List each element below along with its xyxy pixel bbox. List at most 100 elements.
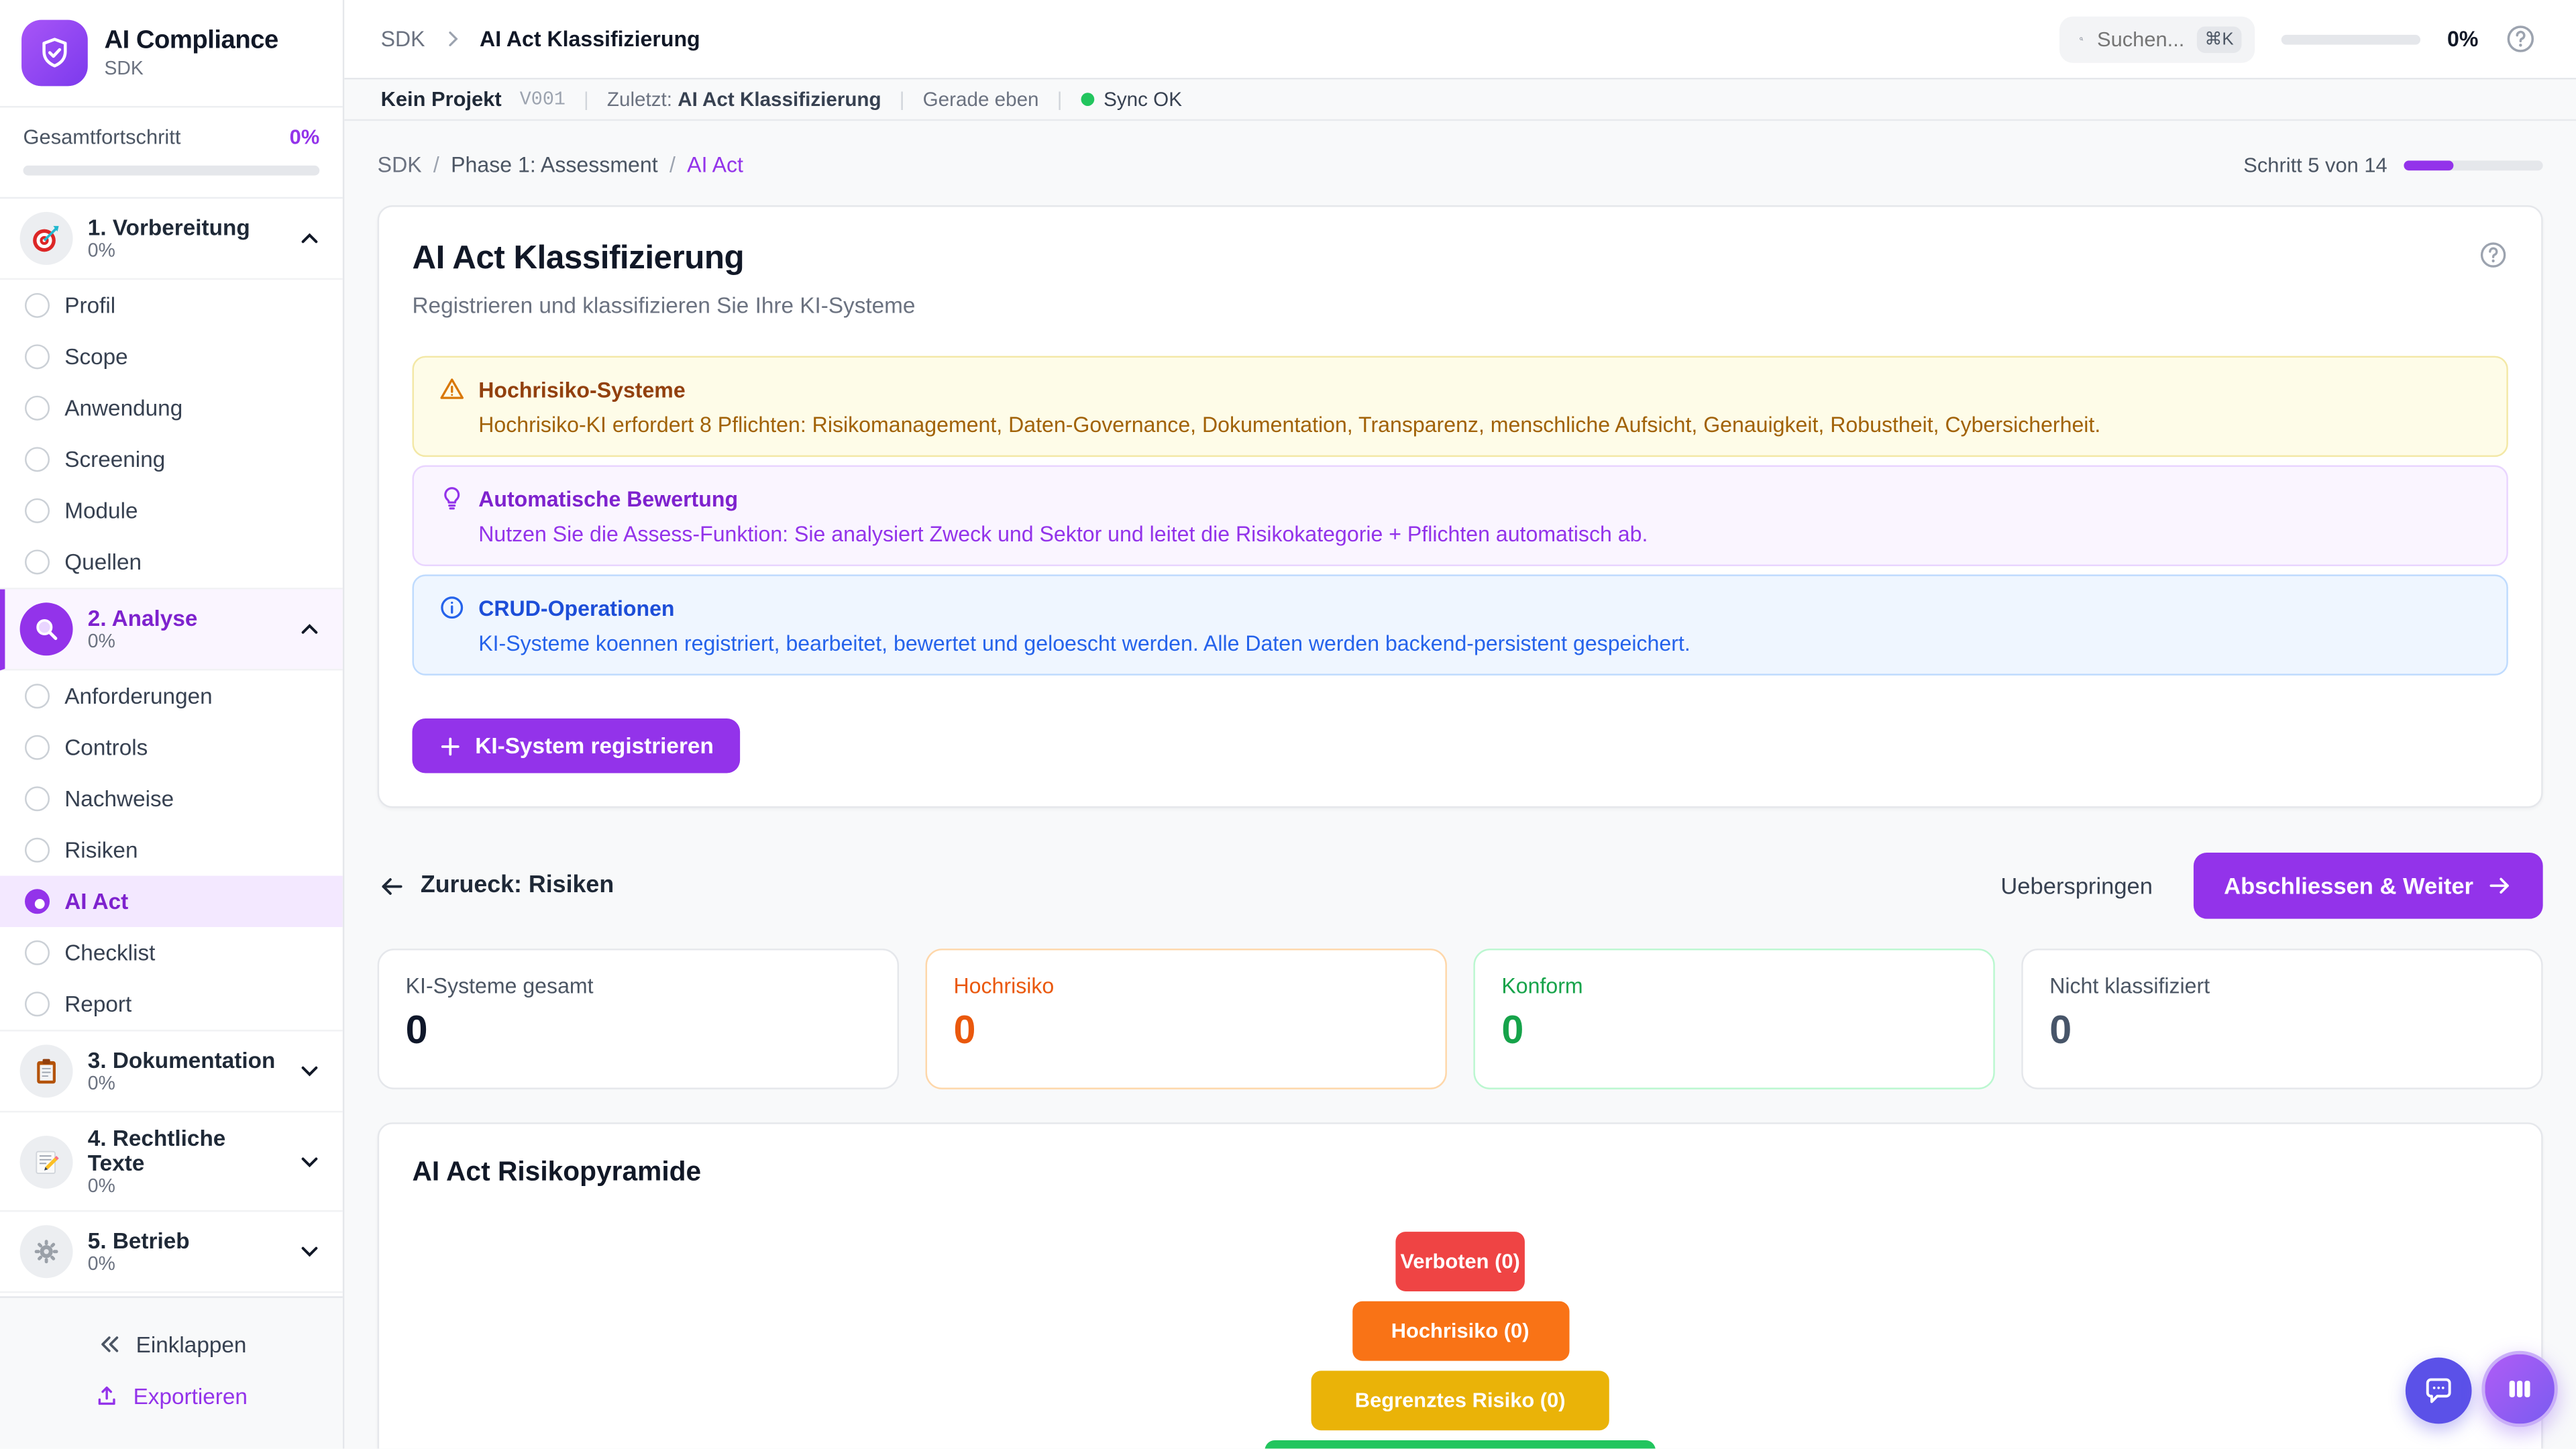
finish-next-button[interactable]: Abschliessen & Weiter [2194,853,2543,919]
chevron-right-icon [441,28,463,50]
section-title: 1. Vorbereitung [88,215,282,240]
pyramid-level-hochrisiko: Hochrisiko (0) [1352,1301,1568,1361]
alert-title: Automatische Bewertung [478,486,738,511]
sidebar-item-label: Anwendung [64,396,182,421]
alert-crud-operationen: CRUD-Operationen KI-Systeme koennen regi… [412,574,2508,676]
arrow-right-icon [2487,873,2513,899]
radio-icon [25,549,50,574]
divider: | [900,88,905,111]
crumb-separator: / [669,152,676,177]
page-subtitle: Registrieren und klassifizieren Sie Ihre… [412,293,2508,318]
sidebar-item-scope[interactable]: Scope [0,331,343,383]
radio-icon [25,498,50,523]
topbar: SDK AI Act Klassifizierung ⌘K 0% [344,0,2576,79]
chat-button[interactable] [2406,1358,2472,1424]
magnifier-icon [20,602,73,655]
target-icon [20,212,73,265]
stat-label: Nicht klassifiziert [2049,973,2514,998]
sidebar-item-label: Scope [64,344,127,369]
gear-icon [20,1225,73,1278]
sidebar-item-anwendung[interactable]: Anwendung [0,382,343,434]
memo-icon [20,1135,73,1188]
radio-icon [25,786,50,811]
chevron-down-icon [297,1148,323,1174]
sidebar-item-nachweise[interactable]: Nachweise [0,773,343,824]
version-badge: V001 [520,89,566,110]
register-ki-system-button[interactable]: KI-System registrieren [412,718,740,773]
panels-button[interactable] [2481,1351,2558,1428]
stat-card-konform: Konform 0 [1473,949,1994,1089]
overall-progress: Gesamtfortschritt 0% [0,106,343,199]
sidebar-section-betrieb[interactable]: 5. Betrieb 0% [0,1212,343,1293]
upload-icon [95,1385,120,1409]
radio-checked-icon [25,889,50,914]
app-subtitle: SDK [104,60,278,80]
arrow-left-icon [378,871,406,900]
alert-hochrisiko: Hochrisiko-Systeme Hochrisiko-KI erforde… [412,356,2508,458]
sidebar-item-risiken[interactable]: Risiken [0,824,343,876]
sidebar-section-analyse[interactable]: 2. Analyse 0% [0,590,343,671]
stat-card-nicht-klassifiziert: Nicht klassifiziert 0 [2021,949,2542,1089]
crumb-sdk[interactable]: SDK [378,152,422,177]
next-label: Abschliessen & Weiter [2224,873,2473,899]
last-label: Zuletzt: [607,88,672,111]
sidebar-item-report[interactable]: Report [0,979,343,1032]
sidebar-section-rechtliche-texte[interactable]: 4. Rechtliche Texte 0% [0,1112,343,1212]
stat-label: KI-Systeme gesamt [406,973,871,998]
sidebar-item-checklist[interactable]: Checklist [0,927,343,979]
sidebar-section-vorbereitung[interactable]: 1. Vorbereitung 0% [0,199,343,280]
sidebar-item-label: Anforderungen [64,684,212,708]
sidebar-item-label: Quellen [64,549,142,574]
search-shortcut-kbd: ⌘K [2196,25,2242,52]
step-indicator: Schritt 5 von 14 [2243,153,2542,176]
page-breadcrumb-row: SDK / Phase 1: Assessment / AI Act Schri… [378,152,2543,177]
crumb-phase[interactable]: Phase 1: Assessment [451,152,658,177]
pyramid-level-minimales-risiko: Minimales Risiko (0) [1265,1440,1655,1449]
search-box[interactable]: ⌘K [2060,15,2255,62]
overall-progress-label: Gesamtfortschritt [23,126,181,150]
stat-value: 0 [2049,1008,2514,1055]
shield-check-logo-icon [21,20,88,87]
help-icon[interactable] [2478,240,2508,270]
radio-icon [25,735,50,760]
columns-icon [2503,1373,2536,1405]
section-meta: 4. Rechtliche Texte 0% [88,1126,282,1197]
section-title: 2. Analyse [88,606,282,631]
sidebar-item-module[interactable]: Module [0,485,343,537]
collapse-sidebar-button[interactable]: Einklappen [0,1318,343,1371]
stepnav-right: Ueberspringen Abschliessen & Weiter [2000,853,2542,919]
sidebar-item-label: Checklist [64,941,155,965]
breadcrumb-current: AI Act Klassifizierung [480,26,700,51]
crumb-current: AI Act [687,152,743,177]
radio-icon [25,991,50,1016]
overall-progress-value: 0% [290,126,320,150]
sidebar-item-controls[interactable]: Controls [0,722,343,773]
sidebar-item-screening[interactable]: Screening [0,434,343,486]
breadcrumb-root[interactable]: SDK [381,26,425,51]
page-content: SDK / Phase 1: Assessment / AI Act Schri… [344,121,2576,1449]
sidebar-item-ai-act[interactable]: AI Act [0,876,343,928]
collapse-label: Einklappen [136,1332,247,1357]
step-progress-fill [2404,160,2454,170]
app-window: AI Compliance SDK Gesamtfortschritt 0% [0,0,2576,1449]
section-meta: 1. Vorbereitung 0% [88,215,282,262]
search-input[interactable] [2097,28,2183,51]
radio-icon [25,447,50,472]
stat-card-gesamt: KI-Systeme gesamt 0 [378,949,899,1089]
help-icon[interactable] [2505,23,2536,55]
divider: | [584,88,589,111]
skip-button[interactable]: Ueberspringen [2000,873,2153,899]
chevron-up-icon [297,225,323,252]
sync-label: Sync OK [1104,88,1182,111]
sidebar-item-anforderungen[interactable]: Anforderungen [0,670,343,722]
radio-icon [25,293,50,318]
sidebar-item-profil[interactable]: Profil [0,280,343,331]
export-button[interactable]: Exportieren [0,1371,343,1423]
step-label: Schritt 5 von 14 [2243,153,2387,176]
back-button[interactable]: Zurueck: Risiken [378,871,614,900]
back-label: Zurueck: Risiken [421,873,614,899]
sidebar-section-dokumentation[interactable]: 3. Dokumentation 0% [0,1031,343,1112]
radio-icon [25,344,50,369]
page-title: AI Act Klassifizierung [412,240,744,278]
sidebar-item-quellen[interactable]: Quellen [0,537,343,590]
